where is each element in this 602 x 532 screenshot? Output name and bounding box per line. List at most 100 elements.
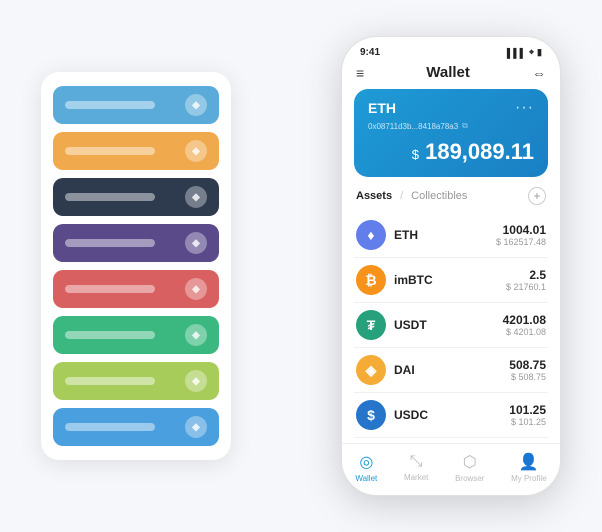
token-usd: $ 21760.1 bbox=[506, 282, 546, 292]
card-item[interactable]: ◆ bbox=[53, 270, 219, 308]
balance-value: 189,089.11 bbox=[425, 139, 534, 164]
card-line bbox=[65, 423, 155, 431]
token-symbol: DAI bbox=[394, 363, 509, 377]
nav-item-my-profile[interactable]: 👤 My Profile bbox=[511, 452, 547, 483]
wallet-title: Wallet bbox=[426, 64, 470, 81]
card-item[interactable]: ◆ bbox=[53, 224, 219, 262]
eth-card-header: ETH ··· bbox=[368, 99, 534, 117]
eth-balance: $ 189,089.11 bbox=[368, 139, 534, 165]
eth-card-address: 0x08711d3b...8418a78a3 ⧉ bbox=[368, 121, 534, 131]
token-logo: ♦ bbox=[356, 220, 386, 250]
battery-icon: ▮ bbox=[537, 47, 542, 58]
collectibles-tab[interactable]: Collectibles bbox=[411, 190, 467, 202]
nav-icon-my-profile: 👤 bbox=[519, 452, 539, 472]
nav-icon-wallet: ◎ bbox=[359, 452, 373, 472]
nav-label-wallet: Wallet bbox=[355, 474, 377, 483]
card-item[interactable]: ◆ bbox=[53, 408, 219, 446]
nav-label-my-profile: My Profile bbox=[511, 474, 547, 483]
card-line bbox=[65, 377, 155, 385]
token-usd: $ 101.25 bbox=[509, 417, 546, 427]
card-item[interactable]: ◆ bbox=[53, 86, 219, 124]
tab-separator: / bbox=[400, 190, 403, 202]
status-icons: ▌▌▌ ⌖ ▮ bbox=[507, 47, 542, 58]
token-amounts: 101.25$ 101.25 bbox=[509, 403, 546, 427]
token-balance: 101.25 bbox=[509, 403, 546, 417]
card-item[interactable]: ◆ bbox=[53, 178, 219, 216]
token-symbol: imBTC bbox=[394, 273, 506, 287]
token-symbol: ETH bbox=[394, 228, 496, 242]
phone-header: ≡ Wallet ⇔ bbox=[342, 62, 560, 89]
token-info: USDC bbox=[394, 408, 509, 422]
token-item[interactable]: $ USDC101.25$ 101.25 bbox=[354, 393, 548, 438]
scan-icon[interactable]: ⇔ bbox=[532, 65, 546, 81]
card-icon: ◆ bbox=[185, 140, 207, 162]
card-item[interactable]: ◆ bbox=[53, 132, 219, 170]
token-item[interactable]: ◈ DAI508.75$ 508.75 bbox=[354, 348, 548, 393]
token-symbol: USDT bbox=[394, 318, 503, 332]
token-info: ETH bbox=[394, 228, 496, 242]
token-item[interactable]: ₿ imBTC2.5$ 21760.1 bbox=[354, 258, 548, 303]
bottom-nav: ◎ Wallet ⤡ Market ⬡Browser 👤 My Profile bbox=[342, 443, 560, 495]
assets-tabs: Assets / Collectibles bbox=[356, 190, 467, 202]
card-icon: ◆ bbox=[185, 278, 207, 300]
token-logo: ₮ bbox=[356, 310, 386, 340]
token-amounts: 508.75$ 508.75 bbox=[509, 358, 546, 382]
token-info: DAI bbox=[394, 363, 509, 377]
nav-item-market[interactable]: ⤡ Market bbox=[404, 453, 428, 482]
token-balance: 4201.08 bbox=[503, 313, 546, 327]
card-line bbox=[65, 331, 155, 339]
nav-icon-browser: ⬡ bbox=[463, 452, 477, 472]
card-icon: ◆ bbox=[185, 232, 207, 254]
token-info: USDT bbox=[394, 318, 503, 332]
token-amounts: 1004.01$ 162517.48 bbox=[496, 223, 546, 247]
card-icon: ◆ bbox=[185, 370, 207, 392]
token-usd: $ 508.75 bbox=[509, 372, 546, 382]
add-token-button[interactable]: + bbox=[528, 187, 546, 205]
eth-card-name: ETH bbox=[368, 100, 396, 116]
scene: ◆ ◆ ◆ ◆ ◆ ◆ ◆ ◆ 9:41 ▌▌▌ ⌖ ▮ ≡ Wallet ⇔ ETH ···… bbox=[21, 21, 581, 511]
card-icon: ◆ bbox=[185, 324, 207, 346]
eth-card-menu[interactable]: ··· bbox=[515, 99, 534, 117]
token-balance: 2.5 bbox=[506, 268, 546, 282]
nav-item-browser[interactable]: ⬡Browser bbox=[455, 452, 484, 483]
card-line bbox=[65, 239, 155, 247]
token-usd: $ 4201.08 bbox=[503, 327, 546, 337]
token-logo: ₿ bbox=[356, 265, 386, 295]
token-balance: 508.75 bbox=[509, 358, 546, 372]
currency-symbol: $ bbox=[412, 147, 419, 162]
time: 9:41 bbox=[360, 47, 380, 58]
card-line bbox=[65, 193, 155, 201]
menu-icon[interactable]: ≡ bbox=[356, 65, 364, 81]
nav-label-market: Market bbox=[404, 473, 428, 482]
nav-item-wallet[interactable]: ◎ Wallet bbox=[355, 452, 377, 483]
card-line bbox=[65, 147, 155, 155]
token-balance: 1004.01 bbox=[496, 223, 546, 237]
wifi-icon: ⌖ bbox=[529, 47, 534, 58]
card-item[interactable]: ◆ bbox=[53, 316, 219, 354]
token-symbol: USDC bbox=[394, 408, 509, 422]
card-line bbox=[65, 101, 155, 109]
phone: 9:41 ▌▌▌ ⌖ ▮ ≡ Wallet ⇔ ETH ··· 0x08711d… bbox=[341, 36, 561, 496]
token-amounts: 4201.08$ 4201.08 bbox=[503, 313, 546, 337]
copy-icon[interactable]: ⧉ bbox=[462, 121, 468, 131]
assets-tab[interactable]: Assets bbox=[356, 190, 392, 202]
card-icon: ◆ bbox=[185, 94, 207, 116]
token-amounts: 2.5$ 21760.1 bbox=[506, 268, 546, 292]
token-logo: ◈ bbox=[356, 355, 386, 385]
card-item[interactable]: ◆ bbox=[53, 362, 219, 400]
status-bar: 9:41 ▌▌▌ ⌖ ▮ bbox=[342, 37, 560, 62]
eth-card: ETH ··· 0x08711d3b...8418a78a3 ⧉ $ 189,0… bbox=[354, 89, 548, 177]
token-usd: $ 162517.48 bbox=[496, 237, 546, 247]
assets-header: Assets / Collectibles + bbox=[342, 187, 560, 213]
token-list: ♦ ETH1004.01$ 162517.48 ₿ imBTC2.5$ 21760.1… bbox=[342, 213, 560, 443]
signal-icon: ▌▌▌ bbox=[507, 48, 526, 58]
card-line bbox=[65, 285, 155, 293]
card-icon: ◆ bbox=[185, 416, 207, 438]
token-item[interactable]: ♦ ETH1004.01$ 162517.48 bbox=[354, 213, 548, 258]
card-stack: ◆ ◆ ◆ ◆ ◆ ◆ ◆ ◆ bbox=[41, 72, 231, 460]
card-icon: ◆ bbox=[185, 186, 207, 208]
token-logo: $ bbox=[356, 400, 386, 430]
token-info: imBTC bbox=[394, 273, 506, 287]
nav-icon-market: ⤡ bbox=[410, 453, 423, 471]
token-item[interactable]: ₮ USDT4201.08$ 4201.08 bbox=[354, 303, 548, 348]
